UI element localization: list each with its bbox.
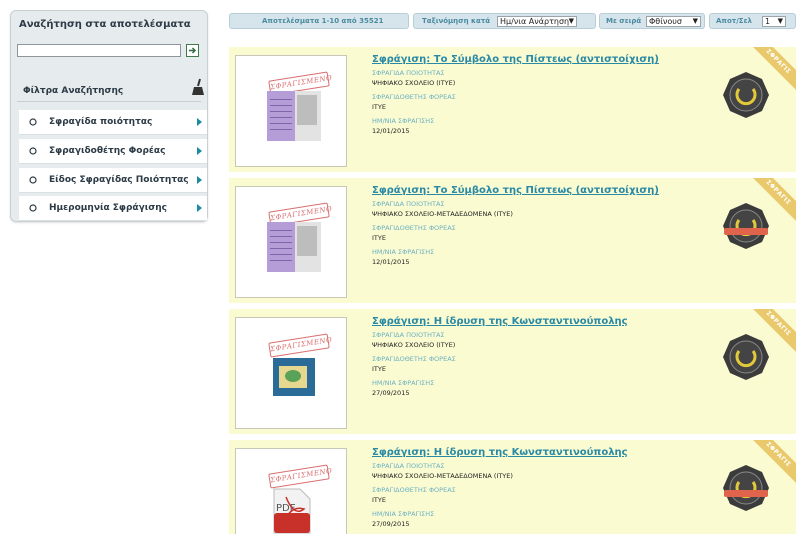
image-preview [273,358,315,396]
result-thumbnail[interactable]: ΣΦΡΑΓΙΣΜΕΝΟ PDF [235,448,347,534]
result-thumbnail[interactable]: ΣΦΡΑΓΙΣΜΕΝΟ [235,317,347,429]
sealed-stamp: ΣΦΡΑΓΙΣΜΕΝΟ [268,333,333,358]
quality-seal-badge-icon [723,72,769,118]
filter-item-label: Σφραγίδα ποιότητας [49,117,153,127]
org-label: ΣΦΡΑΓΙΔΟΘΕΤΗΣ ΦΟΡΕΑΣ [372,355,456,363]
filter-item-label: Είδος Σφραγίδας Ποιότητας [49,175,189,185]
quality-seal-badge-icon [723,465,769,511]
triangle-right-icon [197,147,202,155]
result-thumbnail[interactable]: ΣΦΡΑΓΙΣΜΕΝΟ [235,186,347,298]
search-input[interactable] [17,44,181,57]
order-label: Με σειρά [606,17,642,25]
search-go-button[interactable] [186,44,199,57]
seal-value: ΨΗΦΙΑΚΟ ΣΧΟΛΕΙΟ-ΜΕΤΑΔΕΔΟΜΕΝΑ (ΙΤΥΕ) [372,472,513,480]
seal-label: ΣΦΡΑΓΙΔΑ ΠΟΙΟΤΗΤΑΣ [372,331,445,339]
filter-item-quality-seal[interactable]: Σφραγίδα ποιότητας [19,110,207,135]
org-label: ΣΦΡΑΓΙΔΟΘΕΤΗΣ ΦΟΡΕΑΣ [372,93,456,101]
refresh-icon [29,147,37,155]
result-title-link[interactable]: Σφράγιση: Η ίδρυση της Κωνσταντινούπολης [372,447,628,458]
document-preview [267,222,321,272]
refresh-icon [29,204,37,212]
broom-icon[interactable] [191,78,205,96]
seal-label: ΣΦΡΑΓΙΔΑ ΠΟΙΟΤΗΤΑΣ [372,462,445,470]
date-label: ΗΜ/ΝΙΑ ΣΦΡΑΓΙΣΗΣ [372,379,435,387]
triangle-right-icon [197,118,202,126]
per-page-label: Αποτ/Σελ [716,17,752,25]
seal-value: ΨΗΦΙΑΚΟ ΣΧΟΛΕΙΟ (ΙΤΥΕ) [372,341,456,349]
org-value: ΙΤΥΕ [372,496,386,504]
document-preview [267,91,321,141]
result-title-link[interactable]: Σφράγιση: Το Σύμβολο της Πίστεως (αντιστ… [372,54,659,65]
per-page-value: 1 [765,17,771,26]
result-card: ΣΦΡΑΓΙΣΜΕΝΟ Σφράγιση: Η ίδρυση της Κωνστ… [229,309,796,434]
org-label: ΣΦΡΑΓΙΔΟΘΕΤΗΣ ΦΟΡΕΑΣ [372,224,456,232]
refresh-icon [29,118,37,126]
date-value: 27/09/2015 [372,520,410,528]
seal-value: ΨΗΦΙΑΚΟ ΣΧΟΛΕΙΟ (ΙΤΥΕ) [372,79,456,87]
seal-value: ΨΗΦΙΑΚΟ ΣΧΟΛΕΙΟ-ΜΕΤΑΔΕΔΟΜΕΝΑ (ΙΤΥΕ) [372,210,513,218]
date-label: ΗΜ/ΝΙΑ ΣΦΡΑΓΙΣΗΣ [372,248,435,256]
results-count: Αποτελέσματα 1-10 από 35521 [262,17,384,25]
per-page-box: Αποτ/Σελ 1 ▼ [709,13,796,29]
filter-item-label: Σφραγιδοθέτης Φορέας [49,146,166,156]
sort-select[interactable]: Ημ/νια Ανάρτηση ▼ [497,16,577,27]
result-title-link[interactable]: Σφράγιση: Η ίδρυση της Κωνσταντινούπολης [372,316,628,327]
per-page-select[interactable]: 1 ▼ [762,16,786,27]
order-box: Με σειρά Φθίνουσ ▼ [599,13,705,29]
order-select[interactable]: Φθίνουσ ▼ [646,16,701,27]
filter-item-seal-date[interactable]: Ημερομηνία Σφράγισης [19,196,207,221]
results-count-box: Αποτελέσματα 1-10 από 35521 [229,13,409,29]
triangle-right-icon [197,204,202,212]
filter-item-sealing-org[interactable]: Σφραγιδοθέτης Φορέας [19,139,207,164]
result-card: ΣΦΡΑΓΙΣΜΕΝΟ Σφράγιση: Το Σύμβολο της Πίσ… [229,47,796,172]
sort-box: Ταξινόμηση κατά Ημ/νια Ανάρτηση ▼ [413,13,596,29]
refresh-icon [29,176,37,184]
filter-item-label: Ημερομηνία Σφράγισης [49,203,167,213]
date-value: 12/01/2015 [372,127,410,135]
org-value: ΙΤΥΕ [372,234,386,242]
quality-seal-badge-icon [723,203,769,249]
sort-label: Ταξινόμηση κατά [422,17,491,25]
result-card: ΣΦΡΑΓΙΣΜΕΝΟ Σφράγιση: Το Σύμβολο της Πίσ… [229,178,796,303]
chevron-down-icon: ▼ [777,17,783,25]
arrow-right-icon [189,47,197,54]
org-value: ΙΤΥΕ [372,103,386,111]
org-label: ΣΦΡΑΓΙΔΟΘΕΤΗΣ ΦΟΡΕΑΣ [372,486,456,494]
pdf-file-icon: PDF [273,488,311,534]
result-title-link[interactable]: Σφράγιση: Το Σύμβολο της Πίστεως (αντιστ… [372,185,659,196]
date-value: 27/09/2015 [372,389,410,397]
seal-label: ΣΦΡΑΓΙΔΑ ΠΟΙΟΤΗΤΑΣ [372,200,445,208]
divider [17,101,201,102]
result-card: ΣΦΡΑΓΙΣΜΕΝΟ PDF Σφράγιση: Η ίδρυση της Κ… [229,440,796,534]
results-toolbar: Αποτελέσματα 1-10 από 35521 Ταξινόμηση κ… [229,13,796,29]
sort-value: Ημ/νια Ανάρτηση [500,17,570,26]
date-value: 12/01/2015 [372,258,410,266]
sealed-stamp: ΣΦΡΑΓΙΣΜΕΝΟ [268,464,333,489]
order-value: Φθίνουσ [649,17,682,26]
search-sidebar: Αναζήτηση στα αποτελέσματα Φίλτρα Αναζήτ… [10,10,208,222]
date-label: ΗΜ/ΝΙΑ ΣΦΡΑΓΙΣΗΣ [372,117,435,125]
sidebar-title: Αναζήτηση στα αποτελέσματα [19,19,191,30]
chevron-down-icon: ▼ [692,17,698,25]
filter-item-seal-type[interactable]: Είδος Σφραγίδας Ποιότητας [19,168,207,193]
result-thumbnail[interactable]: ΣΦΡΑΓΙΣΜΕΝΟ [235,55,347,167]
quality-seal-badge-icon [723,334,769,380]
filters-title: Φίλτρα Αναζήτησης [23,86,124,96]
chevron-down-icon: ▼ [568,17,574,25]
seal-label: ΣΦΡΑΓΙΔΑ ΠΟΙΟΤΗΤΑΣ [372,69,445,77]
org-value: ΙΤΥΕ [372,365,386,373]
date-label: ΗΜ/ΝΙΑ ΣΦΡΑΓΙΣΗΣ [372,510,435,518]
triangle-right-icon [197,176,202,184]
